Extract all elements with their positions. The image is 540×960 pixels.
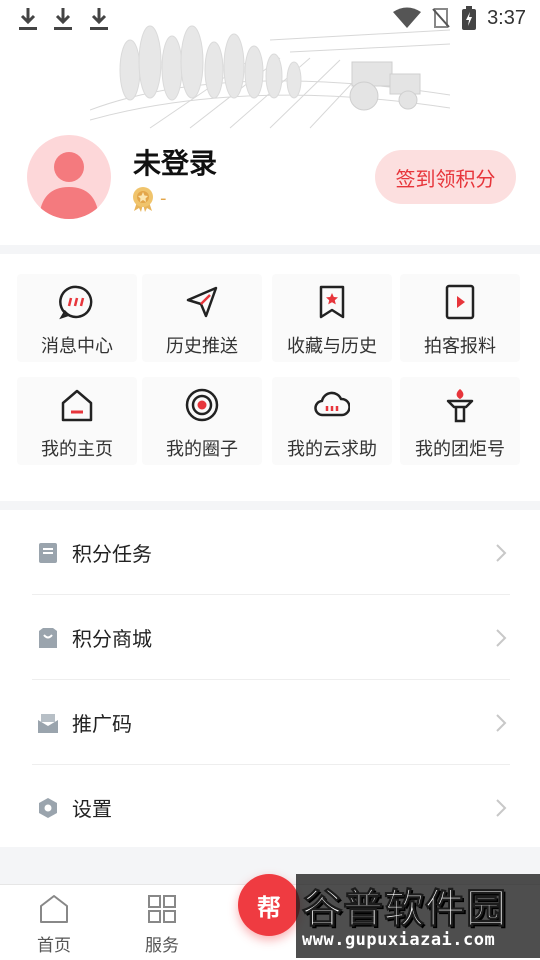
menu-row-points-tasks[interactable]: 积分任务 [0, 510, 540, 595]
tab-label: 服务 [145, 936, 179, 956]
shop-icon [39, 628, 57, 648]
menu-row-label: 推广码 [72, 712, 132, 736]
level-text: - [160, 188, 167, 209]
grid-item-label: 拍客报料 [424, 336, 496, 357]
grid-item-my-homepage[interactable]: 我的主页 [17, 377, 137, 465]
grid-item-label: 我的团炬号 [415, 439, 505, 460]
grid-icon [148, 895, 176, 923]
cloud-icon [314, 391, 350, 417]
grid-item-label: 收藏与历史 [287, 336, 377, 357]
status-bar: 3:37 [0, 0, 540, 36]
help-fab-button[interactable]: 帮 [238, 874, 300, 936]
menu-row-settings[interactable]: 设置 [0, 765, 540, 850]
menu-row-label: 设置 [72, 797, 112, 821]
medal-icon [133, 187, 153, 212]
settings-list: 积分任务 积分商城 推广码 设置 [0, 510, 540, 847]
feature-grid: 消息中心 历史推送 收藏与历史 拍客报料 我的主页 我的圈子 我的云求助 我的团… [0, 254, 540, 501]
download-icon [90, 8, 108, 30]
settings-icon [39, 798, 57, 818]
watermark-url: www.gupuxiazai.com [302, 930, 496, 950]
watermark-title: 谷普软件园 [302, 886, 507, 933]
no-signal-icon [432, 8, 450, 28]
battery-charging-icon [462, 6, 477, 30]
download-icon [19, 8, 37, 30]
grid-item-label: 我的主页 [41, 439, 113, 460]
promo-icon [38, 714, 58, 733]
home-tab-icon [40, 895, 68, 923]
username[interactable]: 未登录 [133, 142, 217, 182]
wifi-icon [393, 7, 422, 28]
grid-item-history-push[interactable]: 历史推送 [142, 274, 262, 362]
grid-item-label: 我的圈子 [166, 439, 238, 460]
send-icon [186, 286, 218, 318]
grid-item-my-circle[interactable]: 我的圈子 [142, 377, 262, 465]
grid-item-label: 消息中心 [41, 336, 113, 357]
menu-row-label: 积分商城 [72, 627, 152, 651]
video-icon [445, 284, 475, 320]
grid-item-favorites-history[interactable]: 收藏与历史 [272, 274, 392, 362]
grid-item-message-center[interactable]: 消息中心 [17, 274, 137, 362]
menu-row-points-mall[interactable]: 积分商城 [0, 595, 540, 680]
download-icon [54, 8, 72, 30]
circle-icon [185, 388, 219, 422]
menu-row-promo-code[interactable]: 推广码 [0, 680, 540, 765]
home-icon [61, 389, 93, 422]
chevron-right-icon [496, 544, 507, 562]
grid-item-label: 我的云求助 [287, 439, 377, 460]
watermark: 谷普软件园 www.gupuxiazai.com [296, 874, 540, 958]
signin-points-button[interactable]: 签到领积分 [375, 150, 516, 204]
menu-row-label: 积分任务 [72, 542, 152, 566]
user-silhouette-icon [39, 152, 99, 219]
torch-icon [446, 389, 474, 423]
tab-home[interactable]: 首页 [14, 885, 94, 960]
status-time: 3:37 [487, 6, 526, 29]
avatar[interactable] [27, 135, 111, 219]
grid-item-label: 历史推送 [166, 336, 238, 357]
grid-item-reporter[interactable]: 拍客报料 [400, 274, 520, 362]
grid-item-my-torch[interactable]: 我的团炬号 [400, 377, 520, 465]
message-icon [59, 285, 93, 320]
bookmark-icon [319, 285, 345, 319]
chevron-right-icon [496, 714, 507, 732]
tab-services[interactable]: 服务 [122, 885, 202, 960]
chevron-right-icon [496, 799, 507, 817]
chevron-right-icon [496, 629, 507, 647]
tab-label: 首页 [37, 936, 71, 956]
grid-item-cloud-help[interactable]: 我的云求助 [272, 377, 392, 465]
task-icon [39, 543, 57, 563]
